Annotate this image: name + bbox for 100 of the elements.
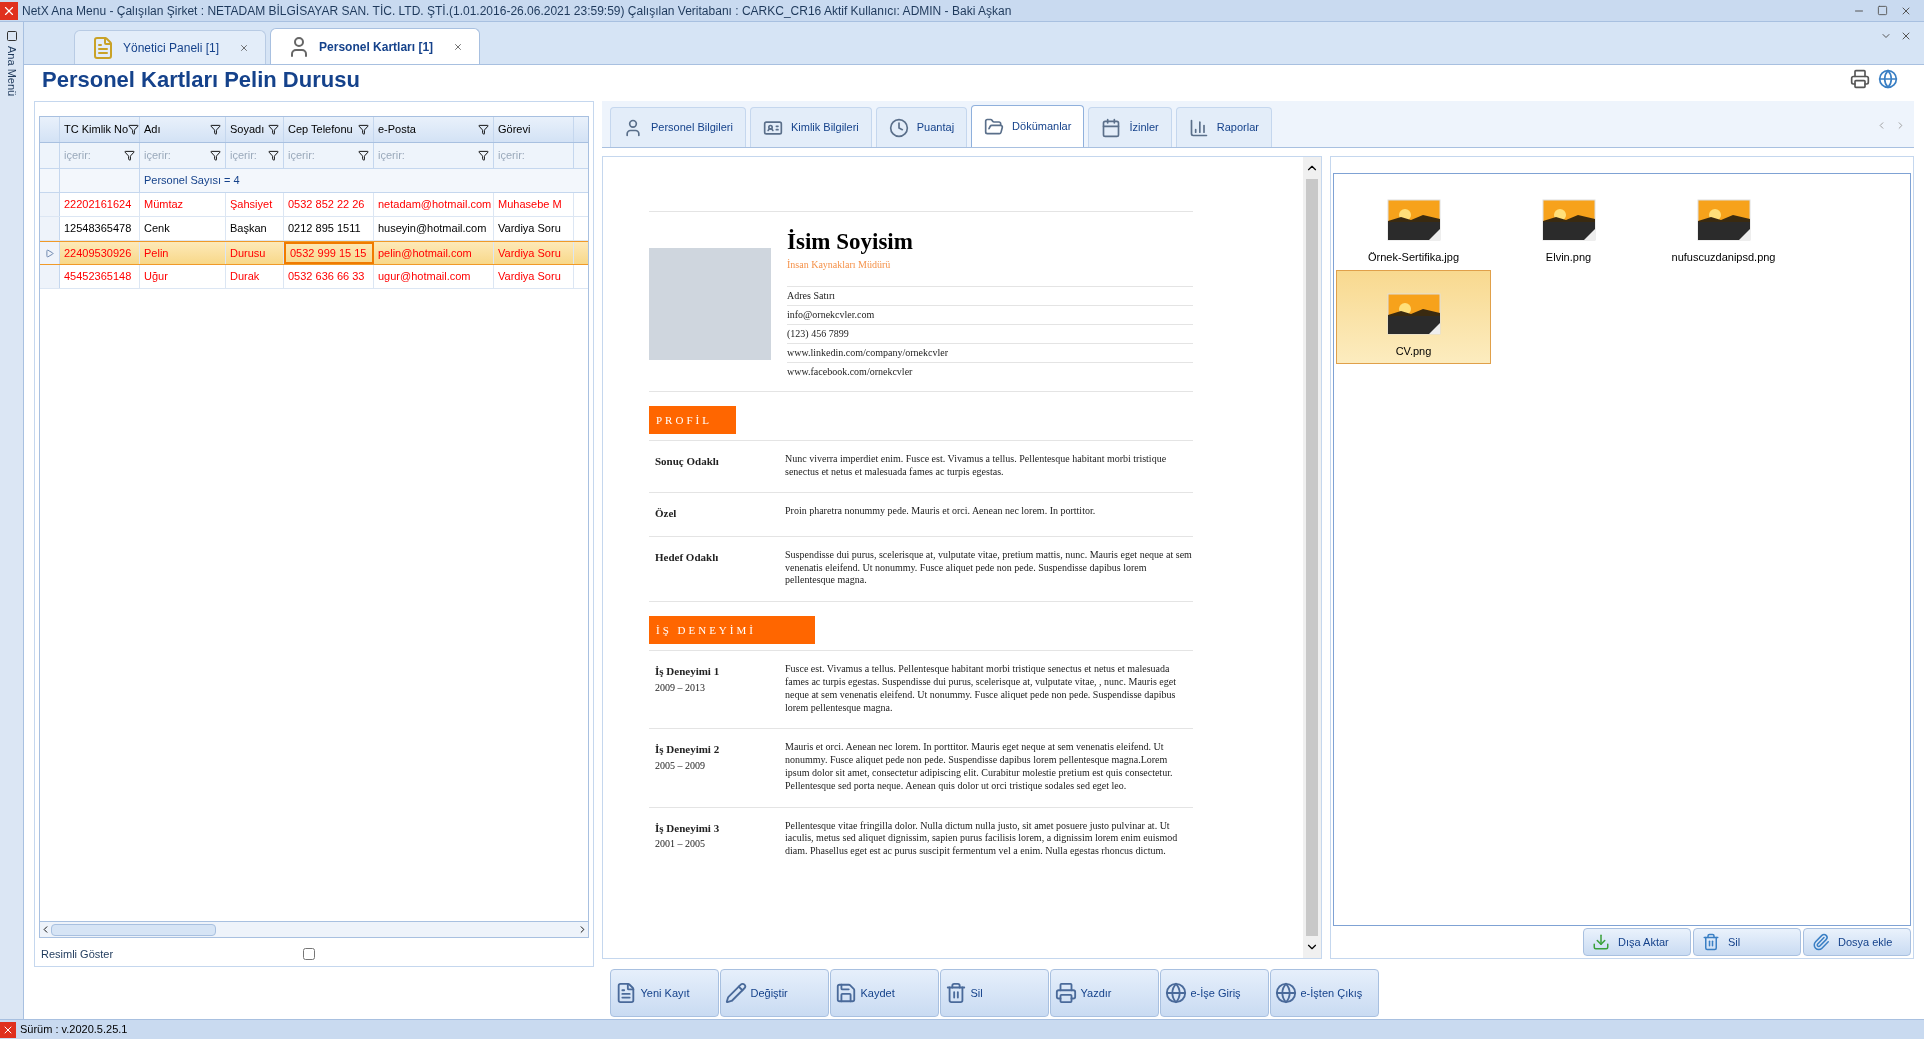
filter-icon[interactable] — [478, 124, 489, 135]
entry-period: 2001 – 2005 — [655, 837, 706, 852]
filter-field[interactable]: içerir: — [144, 147, 210, 164]
filter-field[interactable]: içerir: — [498, 147, 569, 164]
globe-icon[interactable] — [1878, 69, 1898, 89]
table-cell: Vardiya Soru — [494, 242, 574, 264]
image-file-icon — [1386, 292, 1441, 335]
entry-text: Pellentesque vitae fringilla dolor. Nulla dictum nulla justo, sit amet posuere justo pulvinar at. Ut iaculis, metus sed aliquet dignissim, sapien purus facilisis lorem, a dignissim lorem enim euismod diam. Phasellus eget est ac purus suscipit fermentum vel a enim. Nulla egestas rhoncus dictum. — [785, 819, 1179, 858]
entry-period: 2005 – 2009 — [655, 758, 706, 773]
table-row[interactable]: 22202161624 Mümtaz Şahsiyet 0532 852 22 26 netadam@hotmail.com Muhasebe M — [40, 193, 588, 217]
entry-label: İş Deneyimi 3 — [655, 820, 721, 836]
filter-icon[interactable] — [268, 124, 279, 135]
table-cell: pelin@hotmail.com — [374, 242, 494, 264]
column-header[interactable]: TC Kimlik No — [60, 117, 140, 142]
detail-tab[interactable]: Personel Bilgileri — [610, 107, 746, 147]
cv-job-title: İnsan Kaynakları Müdürü — [787, 257, 892, 272]
tab-close-icon[interactable] — [453, 41, 464, 52]
contact-line: www.linkedin.com/company/ornekcvler — [787, 342, 1193, 362]
filter-field[interactable]: içerir: — [64, 147, 124, 164]
table-cell: 0532 852 22 26 — [284, 193, 374, 216]
filter-icon[interactable] — [124, 150, 135, 161]
action-button[interactable]: Kaydet — [829, 969, 939, 1017]
side-menu-label[interactable]: Ana Menü — [3, 46, 20, 97]
column-header[interactable]: Görevi — [494, 117, 574, 142]
tab-icon — [623, 117, 643, 138]
table-cell: 0532 636 66 33 — [284, 265, 374, 288]
section-heading: PROFİL — [649, 405, 736, 434]
file-action-button[interactable]: Sil — [1693, 928, 1801, 956]
filter-icon[interactable] — [268, 150, 279, 161]
button-icon — [834, 982, 857, 1004]
tab-close-icon[interactable] — [239, 42, 250, 53]
file-item[interactable]: nufuscuzdanipsd.png — [1646, 176, 1801, 270]
action-button[interactable]: Yazdır — [1049, 969, 1159, 1017]
column-header[interactable]: e-Posta — [374, 117, 494, 142]
action-button[interactable]: Yeni Kayıt — [609, 969, 719, 1017]
vertical-scrollbar[interactable] — [1303, 157, 1321, 958]
detail-tab[interactable]: Kimlik Bilgileri — [749, 107, 872, 147]
restore-icon[interactable] — [1877, 4, 1888, 16]
table-cell: Uğur — [140, 265, 226, 288]
filter-icon[interactable] — [478, 150, 489, 161]
table-cell: huseyin@hotmail.com — [374, 217, 494, 240]
document-tab[interactable]: Personel Kartları [1] — [270, 28, 481, 64]
file-action-button[interactable]: Dosya ekle — [1803, 928, 1911, 956]
show-pictures-checkbox[interactable] — [303, 948, 316, 960]
filter-field[interactable]: içerir: — [230, 147, 268, 164]
filter-field[interactable]: içerir: — [288, 147, 358, 164]
file-action-button[interactable]: Dışa Aktar — [1583, 928, 1691, 956]
filter-icon[interactable] — [358, 150, 369, 161]
contact-line: info@ornekcvler.com — [787, 304, 1193, 324]
table-cell: 0532 999 15 15 — [284, 242, 374, 264]
side-menu-strip[interactable]: Ana Menü — [0, 22, 24, 1019]
table-cell: Muhasebe M — [494, 193, 574, 216]
table-cell: Başkan — [226, 217, 284, 240]
table-cell: Durusu — [226, 242, 284, 264]
column-header[interactable]: Cep Telefonu — [284, 117, 374, 142]
button-icon — [724, 982, 747, 1004]
button-icon — [1164, 982, 1187, 1004]
version-text: Sürüm : v.2020.5.25.1 — [20, 1022, 128, 1038]
tab-icon — [984, 116, 1005, 137]
image-file-icon — [1386, 198, 1441, 241]
horizontal-scrollbar[interactable] — [40, 921, 588, 937]
menu-icon[interactable] — [5, 30, 18, 42]
action-button[interactable]: Değiştir — [719, 969, 829, 1017]
entry-text: Suspendisse dui purus, scelerisque at, vulputate vitae, pretium mattis, nunc. Mauris eget neque at sem venenatis eleifend. Ut nonummy. Fusce aliquet pede non pede. Suspendisse dapibus lorem pellentesque magna. — [785, 548, 1193, 588]
action-button[interactable]: Sil — [939, 969, 1049, 1017]
entry-period: 2009 – 2013 — [655, 680, 706, 695]
button-icon — [944, 982, 967, 1004]
table-row[interactable]: 12548365478 Cenk Başkan 0212 895 1511 huseyin@hotmail.com Vardiya Soru — [40, 217, 588, 241]
detail-tab[interactable]: İzinler — [1088, 107, 1172, 147]
file-item[interactable]: CV.png — [1336, 270, 1491, 364]
column-header[interactable]: Soyadı — [226, 117, 284, 142]
table-cell: 12548365478 — [60, 217, 140, 240]
action-button[interactable]: e-İşe Giriş — [1159, 969, 1269, 1017]
app-close-icon[interactable] — [0, 1, 18, 20]
file-item[interactable]: Elvin.png — [1491, 176, 1646, 270]
button-icon — [1274, 982, 1297, 1004]
document-tab[interactable]: Yönetici Paneli [1] — [74, 30, 267, 64]
entry-text: Proin pharetra nonummy pede. Mauris et orci. Aenean nec lorem. In porttitor. — [785, 505, 1097, 519]
close-icon[interactable] — [1900, 30, 1912, 42]
filter-icon[interactable] — [210, 124, 221, 135]
error-icon — [0, 1021, 16, 1038]
detail-tab[interactable]: Puantaj — [875, 107, 968, 147]
action-button[interactable]: e-İşten Çıkış — [1269, 969, 1379, 1017]
image-file-icon — [1541, 198, 1596, 241]
entry-text: Fusce est. Vivamus a tellus. Pellentesque habitant morbi tristique senectus et netus et malesuada fames ac turpis egestas. Suspendisse dui purus, scelerisque at, vulputate vitae, , nunc. Mauris eget neque at sem venenatis eleifend. Ut nonummy. Fusce aliquet pede non pede. Suspendisse dapibus lorem pellentesque magna. — [785, 663, 1177, 715]
detail-tab[interactable]: Raporlar — [1175, 107, 1272, 147]
tab-icon — [1188, 117, 1209, 138]
filter-field[interactable]: içerir: — [378, 147, 478, 164]
file-item[interactable]: Örnek-Sertifika.jpg — [1336, 176, 1491, 270]
filter-icon[interactable] — [128, 124, 140, 135]
filter-icon[interactable] — [358, 124, 369, 135]
button-icon — [1592, 933, 1610, 951]
window-title: NetX Ana Menu - Çalışılan Şirket : NETADAM BİLGİSAYAR SAN. TİC. LTD. ŞTİ.(1.01.2016-26.06.2021 23:59:59) Çalışılan Veritabanı : CARKC_CR16 Aktif Kullanıcı: ADMIN - Baki Aşkan — [22, 2, 1012, 20]
table-cell: Pelin — [140, 242, 226, 264]
printer-icon[interactable] — [1850, 69, 1870, 89]
section-heading: İŞ DENEYİMİ — [649, 616, 815, 645]
table-row[interactable]: 45452365148 Uğur Durak 0532 636 66 33 ugur@hotmail.com Vardiya Soru — [40, 265, 588, 289]
column-header[interactable]: Adı — [140, 117, 226, 142]
detail-tab[interactable]: Dökümanlar — [971, 105, 1085, 147]
filter-icon[interactable] — [210, 150, 221, 161]
